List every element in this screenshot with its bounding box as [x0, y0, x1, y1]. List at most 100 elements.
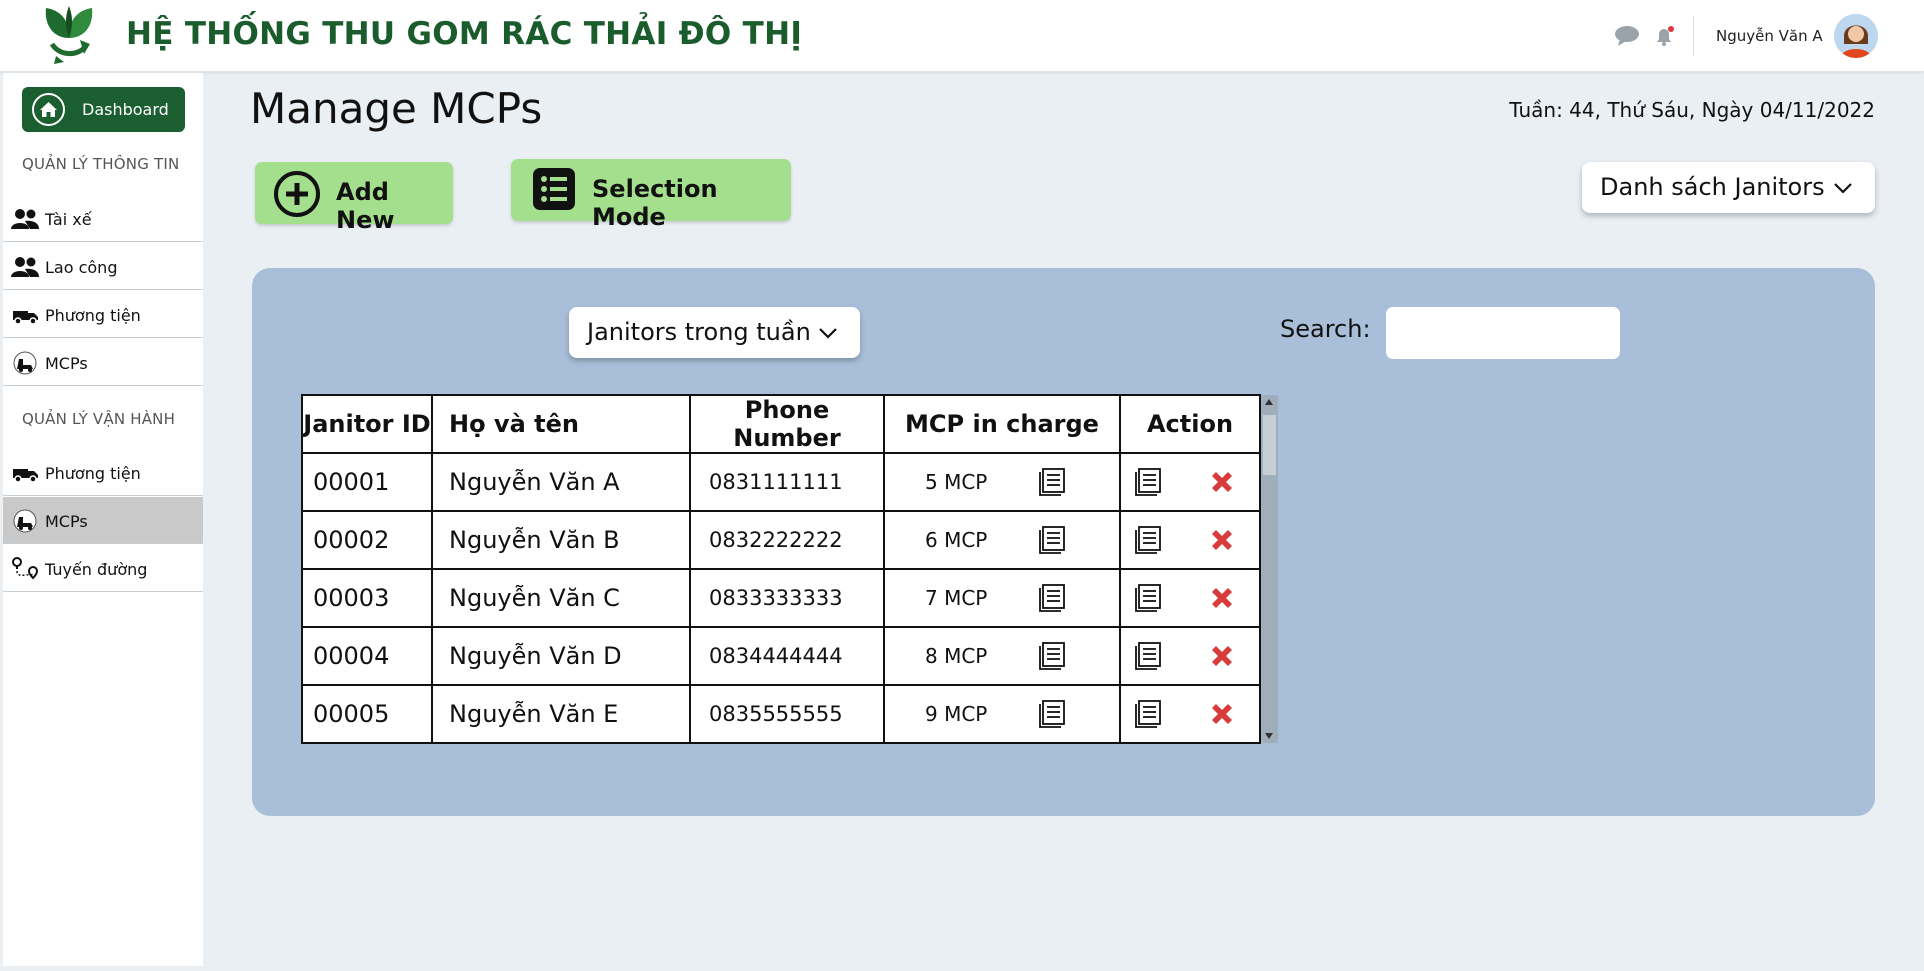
delete-x-icon[interactable] [1209, 701, 1235, 727]
document-icon[interactable] [1135, 642, 1161, 670]
table-row[interactable]: 00003 Nguyễn Văn C 0833333333 7 MCP [301, 568, 1261, 628]
mcp-count: 7 MCP [925, 586, 988, 610]
action-cell [1119, 452, 1261, 512]
scroll-up-arrow-icon[interactable] [1265, 399, 1273, 405]
janitor-id-cell: 00005 [301, 684, 433, 744]
action-cell [1119, 684, 1261, 744]
mcp-cell: 5 MCP [883, 452, 1121, 512]
mcp-count: 6 MCP [925, 528, 988, 552]
table-row[interactable]: 00001 Nguyễn Văn A 0831111111 5 MCP [301, 452, 1261, 512]
action-cell [1119, 626, 1261, 686]
action-cell [1119, 568, 1261, 628]
users-icon [11, 209, 39, 229]
phone-cell: 0835555555 [689, 684, 885, 744]
table-row[interactable]: 00004 Nguyễn Văn D 0834444444 8 MCP [301, 626, 1261, 686]
table-header-row: Janitor ID Họ và tên Phone Number MCP in… [301, 394, 1261, 454]
janitor-name-cell: Nguyễn Văn B [431, 510, 691, 570]
document-icon[interactable] [1135, 526, 1161, 554]
janitor-name-cell: Nguyễn Văn D [431, 626, 691, 686]
dashboard-button[interactable]: Dashboard [22, 87, 185, 132]
sidebar-item-tai-xe[interactable]: Tài xế [3, 195, 203, 242]
janitor-name-cell: Nguyễn Văn E [431, 684, 691, 744]
column-header-phone: Phone Number [689, 394, 885, 454]
janitor-name-cell: Nguyễn Văn C [431, 568, 691, 628]
phone-cell: 0834444444 [689, 626, 885, 686]
mcp-cell: 9 MCP [883, 684, 1121, 744]
mcp-icon [13, 509, 37, 533]
column-header-mcp: MCP in charge [883, 394, 1121, 454]
route-icon [12, 557, 39, 580]
column-header-id: Janitor ID [301, 394, 433, 454]
sidebar-item-phuong-tien[interactable]: Phương tiện [3, 291, 203, 338]
sidebar-item-label: Phương tiện [45, 464, 141, 483]
document-icon[interactable] [1039, 468, 1065, 496]
janitor-id-cell: 00003 [301, 568, 433, 628]
column-header-name: Họ và tên [431, 394, 691, 454]
document-icon[interactable] [1039, 642, 1065, 670]
plus-circle-icon [274, 171, 320, 217]
janitors-list-dropdown[interactable]: Danh sách Janitors [1582, 162, 1875, 213]
document-icon[interactable] [1135, 700, 1161, 728]
mcp-count: 5 MCP [925, 470, 988, 494]
table-row[interactable]: 00005 Nguyễn Văn E 0835555555 9 MCP [301, 684, 1261, 744]
recycle-leaf-logo-icon [45, 6, 93, 64]
page-title: Manage MCPs [250, 84, 543, 133]
document-icon[interactable] [1135, 468, 1161, 496]
search-input[interactable] [1386, 307, 1620, 359]
truck-icon [13, 311, 38, 325]
sidebar-item-tuyen-duong[interactable]: Tuyến đường [3, 545, 203, 592]
user-name[interactable]: Nguyễn Văn A [1716, 27, 1823, 45]
avatar[interactable] [1834, 14, 1878, 58]
search-label: Search: [1280, 315, 1371, 343]
delete-x-icon[interactable] [1209, 585, 1235, 611]
dropdown-label: Danh sách Janitors [1600, 173, 1825, 201]
sidebar-item-label: MCPs [45, 354, 88, 373]
selection-mode-button[interactable]: Selection Mode [511, 159, 791, 231]
sidebar-item-lao-cong[interactable]: Lao công [3, 243, 203, 290]
chat-icon[interactable] [1614, 24, 1640, 48]
dashboard-label: Dashboard [82, 100, 169, 119]
home-icon [32, 93, 65, 126]
app-title: HỆ THỐNG THU GOM RÁC THẢI ĐÔ THỊ [126, 16, 803, 52]
scroll-down-arrow-icon[interactable] [1265, 733, 1273, 739]
janitor-id-cell: 00001 [301, 452, 433, 512]
table-scrollbar[interactable] [1261, 395, 1278, 743]
sidebar-item-phuong-tien-ops[interactable]: Phương tiện [3, 449, 203, 496]
janitor-name-cell: Nguyễn Văn A [431, 452, 691, 512]
bell-icon[interactable] [1651, 24, 1677, 48]
scrollbar-thumb[interactable] [1263, 415, 1276, 475]
add-new-button[interactable]: Add New [255, 162, 453, 234]
dropdown-label: Janitors trong tuần [587, 318, 811, 346]
mcp-cell: 8 MCP [883, 626, 1121, 686]
header-divider [1693, 16, 1694, 56]
table-row[interactable]: 00002 Nguyễn Văn B 0832222222 6 MCP [301, 510, 1261, 570]
section-title-info: QUẢN LÝ THÔNG TIN [22, 155, 180, 173]
action-cell [1119, 510, 1261, 570]
list-icon [533, 168, 575, 210]
document-icon[interactable] [1039, 700, 1065, 728]
sidebar-item-label: Phương tiện [45, 306, 141, 325]
delete-x-icon[interactable] [1209, 643, 1235, 669]
sidebar-item-label: Lao công [45, 258, 118, 277]
sidebar-item-label: MCPs [45, 512, 88, 531]
truck-icon [13, 469, 38, 483]
document-icon[interactable] [1135, 584, 1161, 612]
document-icon[interactable] [1039, 526, 1065, 554]
mcp-icon [13, 351, 37, 375]
delete-x-icon[interactable] [1209, 469, 1235, 495]
janitor-id-cell: 00002 [301, 510, 433, 570]
week-janitors-dropdown[interactable]: Janitors trong tuần [569, 307, 860, 358]
document-icon[interactable] [1039, 584, 1065, 612]
mcp-cell: 7 MCP [883, 568, 1121, 628]
chevron-down-icon [1834, 183, 1852, 194]
mcp-cell: 6 MCP [883, 510, 1121, 570]
mcp-count: 8 MCP [925, 644, 988, 668]
delete-x-icon[interactable] [1209, 527, 1235, 553]
users-icon [11, 257, 39, 277]
janitors-table: Janitor ID Họ và tên Phone Number MCP in… [301, 394, 1261, 744]
sidebar-item-label: Tuyến đường [45, 560, 148, 579]
add-new-label: Add New [336, 178, 395, 234]
sidebar: Dashboard QUẢN LÝ THÔNG TIN Tài xế Lao c… [3, 73, 203, 966]
sidebar-item-mcps[interactable]: MCPs [3, 339, 203, 386]
sidebar-item-mcps-ops[interactable]: MCPs [3, 497, 203, 544]
